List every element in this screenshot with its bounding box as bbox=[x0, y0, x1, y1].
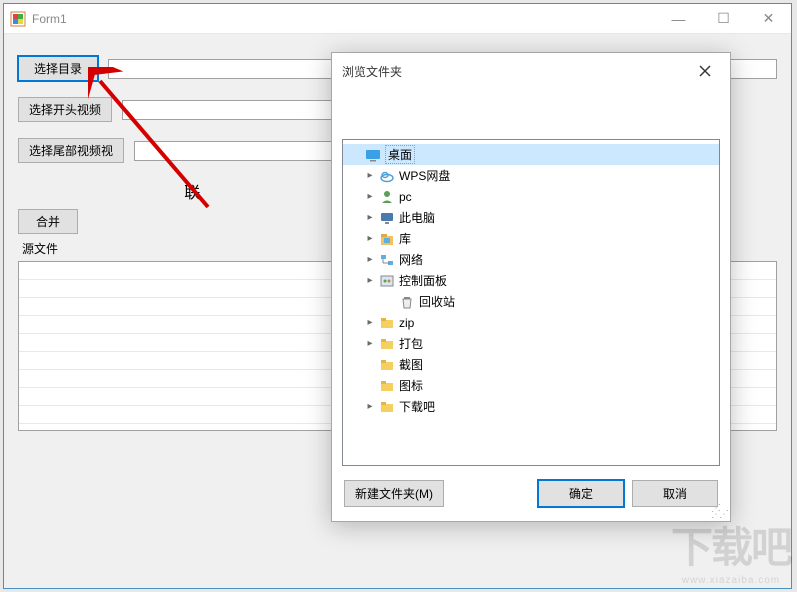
user-icon bbox=[379, 189, 395, 205]
tree-expander-icon[interactable]: ▸ bbox=[363, 170, 377, 181]
tree-item-label: 下载吧 bbox=[399, 398, 435, 415]
window-title: Form1 bbox=[32, 12, 656, 26]
tree-item[interactable]: 回收站 bbox=[343, 291, 719, 312]
folder-icon bbox=[379, 378, 395, 394]
head-video-input[interactable] bbox=[122, 100, 342, 120]
control-icon bbox=[379, 273, 395, 289]
dialog-title: 浏览文件夹 bbox=[342, 63, 690, 80]
recycle-icon bbox=[399, 294, 415, 310]
tree-item[interactable]: 图标 bbox=[343, 375, 719, 396]
contact-prefix: 联 bbox=[184, 185, 200, 202]
dialog-prompt bbox=[332, 89, 730, 139]
ok-button[interactable]: 确定 bbox=[538, 480, 624, 507]
select-tail-video-button[interactable]: 选择尾部视频视 bbox=[18, 138, 124, 163]
tree-item[interactable]: ▸ WPS网盘 bbox=[343, 165, 719, 186]
browse-folder-dialog: 浏览文件夹 桌面▸WPS网盘▸pc▸此电脑▸库▸网络▸控制面板回收站▸zip▸打… bbox=[331, 52, 731, 522]
tree-item[interactable]: ▸ pc bbox=[343, 186, 719, 207]
watermark-text: 下载吧 bbox=[671, 514, 791, 575]
tree-item[interactable]: 桌面 bbox=[343, 144, 719, 165]
folder-icon bbox=[379, 357, 395, 373]
tree-item-label: 图标 bbox=[399, 377, 423, 394]
tree-item-label: 桌面 bbox=[385, 145, 415, 164]
dialog-close-button[interactable] bbox=[690, 56, 720, 86]
dialog-button-row: 新建文件夹(M) 确定 取消 bbox=[332, 466, 730, 521]
select-directory-button[interactable]: 选择目录 bbox=[18, 56, 98, 81]
new-folder-button[interactable]: 新建文件夹(M) bbox=[344, 480, 444, 507]
pc-icon bbox=[379, 210, 395, 226]
tree-item-label: zip bbox=[399, 316, 414, 330]
folder-icon bbox=[379, 336, 395, 352]
tree-item-label: pc bbox=[399, 190, 412, 204]
tree-item[interactable]: ▸ 网络 bbox=[343, 249, 719, 270]
cancel-button[interactable]: 取消 bbox=[632, 480, 718, 507]
maximize-button[interactable]: ☐ bbox=[701, 4, 746, 34]
tree-item[interactable]: ▸ 下载吧 bbox=[343, 396, 719, 417]
tree-expander-icon[interactable]: ▸ bbox=[363, 212, 377, 223]
app-icon bbox=[10, 11, 26, 27]
close-button[interactable]: ✕ bbox=[746, 4, 791, 34]
cloud-icon bbox=[379, 168, 395, 184]
minimize-button[interactable]: — bbox=[656, 4, 701, 34]
folder-tree[interactable]: 桌面▸WPS网盘▸pc▸此电脑▸库▸网络▸控制面板回收站▸zip▸打包截图图标▸… bbox=[342, 139, 720, 466]
select-head-video-button[interactable]: 选择开头视频 bbox=[18, 97, 112, 122]
watermark: 下载吧 www.xiazaiba.com bbox=[671, 514, 791, 586]
tree-item-label: 此电脑 bbox=[399, 209, 435, 226]
titlebar: Form1 — ☐ ✕ bbox=[4, 4, 791, 34]
folder-icon bbox=[379, 399, 395, 415]
tree-item-label: 控制面板 bbox=[399, 272, 447, 289]
tree-item[interactable]: 截图 bbox=[343, 354, 719, 375]
watermark-url: www.xiazaiba.com bbox=[671, 575, 791, 586]
tree-item[interactable]: ▸ 控制面板 bbox=[343, 270, 719, 291]
tree-expander-icon[interactable]: ▸ bbox=[363, 254, 377, 265]
tail-video-input[interactable] bbox=[134, 141, 354, 161]
tree-item-label: 回收站 bbox=[419, 293, 455, 310]
tree-item-label: 截图 bbox=[399, 356, 423, 373]
tree-item-label: 打包 bbox=[399, 335, 423, 352]
tree-item[interactable]: ▸库 bbox=[343, 228, 719, 249]
tree-item-label: 库 bbox=[399, 230, 411, 247]
desktop-icon bbox=[365, 147, 381, 163]
folder-icon bbox=[379, 315, 395, 331]
tree-item-label: WPS网盘 bbox=[399, 167, 450, 184]
tree-item[interactable]: ▸ 此电脑 bbox=[343, 207, 719, 228]
dialog-titlebar: 浏览文件夹 bbox=[332, 53, 730, 89]
merge-button[interactable]: 合并 bbox=[18, 209, 78, 234]
tree-expander-icon[interactable]: ▸ bbox=[363, 233, 377, 244]
tree-item[interactable]: ▸ 打包 bbox=[343, 333, 719, 354]
tree-expander-icon[interactable]: ▸ bbox=[363, 338, 377, 349]
tree-item[interactable]: ▸ zip bbox=[343, 312, 719, 333]
tree-expander-icon[interactable]: ▸ bbox=[363, 317, 377, 328]
tree-expander-icon[interactable]: ▸ bbox=[363, 191, 377, 202]
tree-item-label: 网络 bbox=[399, 251, 423, 268]
tree-expander-icon[interactable]: ▸ bbox=[363, 275, 377, 286]
tree-expander-icon[interactable]: ▸ bbox=[363, 401, 377, 412]
libraries-icon bbox=[379, 231, 395, 247]
network-icon bbox=[379, 252, 395, 268]
